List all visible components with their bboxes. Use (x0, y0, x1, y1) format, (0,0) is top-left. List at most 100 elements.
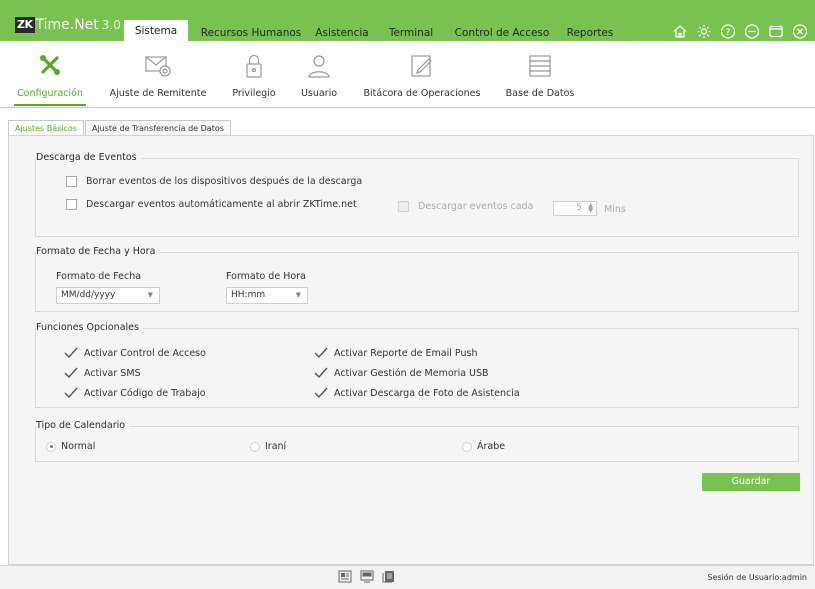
radio-label: Normal (61, 441, 96, 452)
window-controls: ? (670, 22, 809, 41)
option-label: Activar Control de Acceso (84, 347, 206, 359)
toolbar-bitacora[interactable]: Bitácora de Operaciones (360, 44, 484, 108)
radio-irani[interactable]: Iraní (250, 441, 286, 452)
group-title: Tipo de Calendario (36, 420, 130, 431)
lock-icon (239, 52, 269, 80)
tools-icon (35, 52, 65, 80)
group-tipo-calendario: Tipo de Calendario Normal Iraní Árabe (35, 420, 799, 462)
home-icon[interactable] (670, 22, 689, 41)
radio-button[interactable] (462, 441, 472, 452)
option-codigo-trabajo[interactable]: Activar Código de Trabajo (64, 387, 206, 399)
menu-recursos-humanos[interactable]: Recursos Humanos (196, 22, 306, 45)
option-label: Borrar eventos de los dispositivos despu… (86, 176, 363, 187)
group-title: Funciones Opcionales (36, 322, 143, 333)
interval-unit: Mins (604, 204, 626, 215)
interval-stepper: 5 ▲ ▼ (553, 201, 597, 216)
option-control-acceso[interactable]: Activar Control de Acceso (64, 347, 206, 359)
database-icon (525, 52, 555, 80)
device-icon[interactable] (338, 570, 352, 583)
chevron-down-icon: ▼ (295, 291, 301, 299)
toolbar-ajuste-remitente[interactable]: Ajuste de Remitente (106, 44, 210, 108)
radio-label: Árabe (477, 441, 506, 452)
tab-ajustes-basicos[interactable]: Ajustes Básicos (8, 120, 84, 136)
option-borrar-eventos[interactable]: Borrar eventos de los dispositivos despu… (66, 176, 362, 187)
settings-panel: Descarga de Eventos Borrar eventos de lo… (8, 135, 814, 565)
date-format-label: Formato de Fecha (56, 271, 142, 282)
menu-control-acceso[interactable]: Control de Acceso (450, 22, 554, 45)
app-logo: ZK Time.Net 3.0 (15, 16, 121, 34)
toolbar-label: Base de Datos (505, 88, 575, 99)
toolbar-label: Configuración (17, 88, 83, 99)
checkmark-icon[interactable] (64, 347, 78, 359)
gear-icon[interactable] (694, 22, 713, 41)
interval-value: 5 (576, 203, 582, 213)
toolbar-usuario[interactable]: Usuario (294, 44, 344, 108)
option-sms[interactable]: Activar SMS (64, 367, 141, 379)
menu-terminal[interactable]: Terminal (382, 22, 440, 45)
option-label: Activar Descarga de Foto de Asistencia (334, 387, 520, 399)
toolbar-label: Bitácora de Operaciones (363, 88, 481, 99)
menu-asistencia[interactable]: Asistencia (310, 22, 374, 45)
toolbar: Configuración Ajuste de Remitente Privil… (0, 44, 815, 108)
svg-text:?: ? (725, 28, 730, 38)
status-bar: Sesión de Usuario:admin (0, 565, 815, 589)
help-icon[interactable]: ? (718, 22, 737, 41)
toolbar-label: Usuario (300, 88, 338, 99)
toolbar-label: Ajuste de Remitente (109, 88, 207, 99)
time-format-label: Formato de Hora (226, 271, 306, 282)
group-formato-fecha-hora: Formato de Fecha y Hora Formato de Fecha… (35, 246, 799, 312)
documents-icon[interactable] (382, 570, 396, 583)
option-label: Activar Código de Trabajo (84, 387, 206, 399)
radio-normal[interactable]: Normal (46, 441, 95, 452)
stepper-arrows-icon: ▲ ▼ (588, 202, 593, 214)
edit-log-icon (407, 52, 437, 80)
toolbar-base-datos[interactable]: Base de Datos (498, 44, 582, 108)
minimize-icon[interactable] (742, 22, 761, 41)
group-descarga-eventos: Descarga de Eventos Borrar eventos de lo… (35, 152, 799, 237)
option-foto-asistencia[interactable]: Activar Descarga de Foto de Asistencia (314, 387, 520, 399)
select-value: HH:mm (231, 290, 266, 300)
option-memoria-usb[interactable]: Activar Gestión de Memoria USB (314, 367, 489, 379)
checkbox (398, 201, 409, 212)
radio-button[interactable] (250, 441, 260, 452)
menu-reportes[interactable]: Reportes (560, 22, 620, 45)
checkmark-icon[interactable] (64, 387, 78, 399)
checkmark-icon[interactable] (314, 387, 328, 399)
toolbar-privilegio[interactable]: Privilegio (224, 44, 284, 108)
select-value: MM/dd/yyyy (61, 290, 116, 300)
group-funciones-opcionales: Funciones Opcionales Activar Control de … (35, 322, 799, 408)
option-label: Activar Gestión de Memoria USB (334, 367, 489, 379)
monitor-icon[interactable] (360, 570, 374, 583)
app-version: 3.0 (101, 18, 121, 32)
option-descarga-automatica[interactable]: Descargar eventos automáticamente al abr… (66, 199, 357, 210)
checkbox[interactable] (66, 199, 77, 210)
session-status: Sesión de Usuario:admin (707, 573, 807, 582)
option-email-push[interactable]: Activar Reporte de Email Push (314, 347, 477, 359)
toolbar-label: Privilegio (232, 88, 276, 99)
radio-arabe[interactable]: Árabe (462, 441, 505, 452)
checkmark-icon[interactable] (314, 347, 328, 359)
chevron-down-icon: ▼ (147, 291, 153, 299)
app-name: Time.Net (35, 17, 99, 33)
date-format-select[interactable]: MM/dd/yyyy ▼ (56, 287, 160, 304)
settings-tabs: Ajustes Básicos Ajuste de Transferencia … (8, 120, 232, 136)
logo-mark: ZK (15, 17, 35, 33)
group-title: Descarga de Eventos (36, 152, 141, 163)
time-format-select[interactable]: HH:mm ▼ (226, 287, 308, 304)
checkbox[interactable] (66, 176, 77, 187)
radio-button[interactable] (46, 441, 56, 452)
option-descarga-cada: Descargar eventos cada (398, 201, 533, 212)
maximize-icon[interactable] (766, 22, 785, 41)
option-label: Descargar eventos automáticamente al abr… (86, 199, 357, 210)
tab-ajuste-transferencia[interactable]: Ajuste de Transferencia de Datos (84, 120, 231, 136)
toolbar-configuracion[interactable]: Configuración (14, 44, 86, 108)
radio-label: Iraní (265, 441, 287, 452)
title-bar: ZK Time.Net 3.0 Sistema Recursos Humanos… (0, 0, 815, 44)
menu-sistema[interactable]: Sistema (124, 20, 188, 44)
save-button[interactable]: Guardar (702, 473, 800, 491)
checkmark-icon[interactable] (64, 367, 78, 379)
close-icon[interactable] (790, 22, 809, 41)
checkmark-icon[interactable] (314, 367, 328, 379)
option-label: Descargar eventos cada (418, 201, 534, 212)
user-icon (304, 52, 334, 80)
